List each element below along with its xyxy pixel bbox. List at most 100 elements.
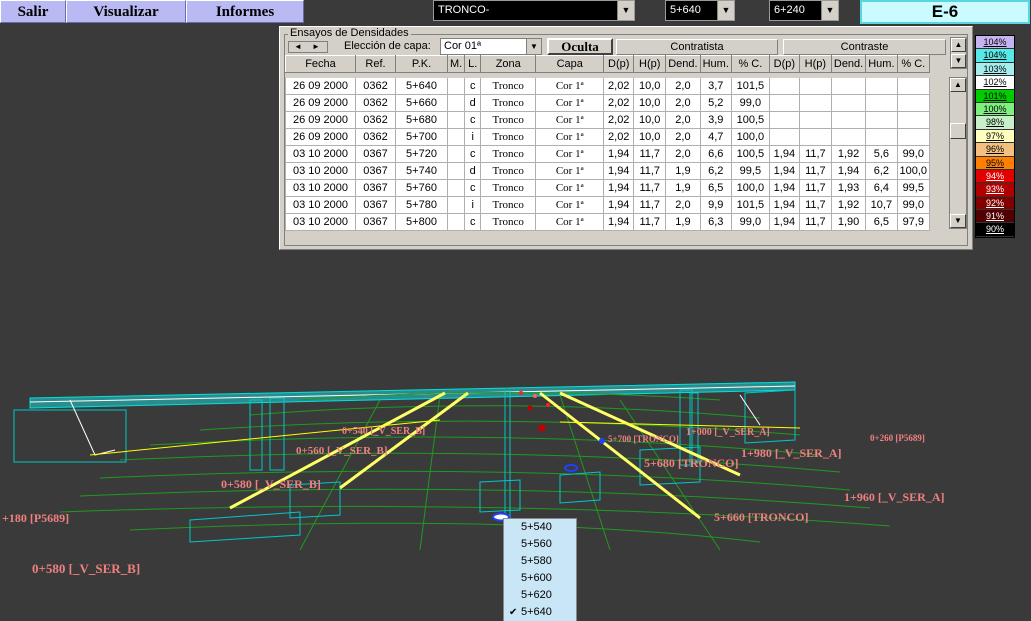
- table-cell: 11,7: [633, 213, 667, 231]
- pk-from-value: 5+640: [670, 4, 701, 16]
- capa-label: Elección de capa:: [344, 40, 431, 52]
- legend-swatch: 95%: [976, 156, 1014, 170]
- pk-from-select[interactable]: 5+640 ▼: [665, 0, 735, 21]
- table-row[interactable]: 26 09 2000 0362 5+640 c Tronco Cor 1ª 2,02 10,0…: [285, 77, 931, 95]
- table-cell: 100,5: [730, 145, 770, 163]
- table-cell: Cor 1ª: [535, 77, 605, 95]
- table-cell: 1,90: [830, 213, 867, 231]
- table-cell: [446, 162, 466, 180]
- table-cell: 100,0: [896, 162, 931, 180]
- table-cell: Tronco: [480, 162, 537, 180]
- column-header: % C.: [896, 55, 931, 73]
- legend-swatch: 93%: [976, 183, 1014, 197]
- table-cell: 10,0: [633, 111, 667, 129]
- table-cell: 99,0: [730, 213, 770, 231]
- table-cell: 1,94: [603, 179, 635, 197]
- dropdown-option[interactable]: 5+580: [504, 553, 576, 570]
- prev-arrow-icon[interactable]: ◄: [289, 42, 307, 52]
- oculta-button[interactable]: Oculta: [547, 38, 613, 55]
- table-cell: [768, 128, 800, 146]
- table-cell: Cor 1ª: [535, 162, 605, 180]
- table-row[interactable]: 03 10 2000 0367 5+720 c Tronco Cor 1ª 1,94 11,7…: [285, 145, 931, 163]
- terrain-contours: [59, 392, 891, 551]
- table-cell: 6,4: [865, 179, 898, 197]
- salir-button[interactable]: Salir: [0, 0, 66, 23]
- table-cell: [896, 77, 931, 95]
- table-cell: 1,9: [665, 162, 701, 180]
- table-cell: 2,0: [665, 94, 701, 112]
- contratista-header: Contratista: [616, 39, 778, 55]
- table-cell: [446, 111, 466, 129]
- table-cell: 10,0: [633, 77, 667, 95]
- pk-to-value: 6+240: [774, 4, 805, 16]
- table-row[interactable]: 03 10 2000 0367 5+740 d Tronco Cor 1ª 1,94 11,7…: [285, 162, 931, 180]
- dropdown-option[interactable]: 5+600: [504, 570, 576, 587]
- pk-dropdown-list[interactable]: 5+540 5+560 5+580 5+600 5+620 ✔ 5+640: [503, 518, 577, 621]
- table-cell: [798, 128, 832, 146]
- table-cell: 11,7: [633, 179, 667, 197]
- table-row[interactable]: 26 09 2000 0362 5+700 i Tronco Cor 1ª 2,02 10,0…: [285, 128, 931, 146]
- chevron-down-icon[interactable]: ▼: [617, 1, 634, 20]
- table-cell: c: [464, 145, 482, 163]
- table-row[interactable]: 03 10 2000 0367 5+780 i Tronco Cor 1ª 1,94 11,7…: [285, 196, 931, 214]
- scroll-thumb[interactable]: [950, 123, 966, 139]
- visualizar-button[interactable]: Visualizar: [66, 0, 186, 23]
- table-cell: 100,0: [730, 128, 770, 146]
- table-cell: 10,0: [633, 94, 667, 112]
- scroll-down-icon[interactable]: ▼: [951, 54, 966, 68]
- header-scrollbar[interactable]: ▲ ▼: [950, 37, 967, 69]
- dropdown-option[interactable]: 5+620: [504, 587, 576, 604]
- table-cell: 99,0: [730, 94, 770, 112]
- legend-swatch: 104%: [976, 49, 1014, 63]
- capa-select[interactable]: Cor 01ª ▼: [440, 38, 542, 55]
- table-cell: 26 09 2000: [285, 128, 356, 146]
- dropdown-option[interactable]: ✔ 5+640: [504, 604, 576, 621]
- column-header: Capa: [535, 55, 605, 73]
- table-cell: [446, 213, 466, 231]
- table-row[interactable]: 03 10 2000 0367 5+760 c Tronco Cor 1ª 1,94 11,7…: [285, 179, 931, 197]
- table-cell: 2,02: [603, 94, 635, 112]
- table-cell: 5+640: [395, 77, 448, 95]
- tronco-select[interactable]: TRONCO- ▼: [433, 0, 635, 21]
- table-cell: 0362: [355, 111, 396, 129]
- table-cell: c: [464, 213, 482, 231]
- table-cell: 5+700: [395, 128, 448, 146]
- chevron-down-icon[interactable]: ▼: [717, 1, 734, 20]
- table-cell: Tronco: [480, 77, 537, 95]
- table-row[interactable]: 03 10 2000 0367 5+800 c Tronco Cor 1ª 1,94 11,7…: [285, 213, 931, 231]
- table-cell: 99,0: [896, 145, 931, 163]
- chevron-down-icon[interactable]: ▼: [821, 1, 838, 20]
- table-cell: 2,02: [603, 111, 635, 129]
- table-cell: 11,7: [798, 213, 832, 231]
- view-label: 0+260 [P5689]: [870, 433, 925, 443]
- pk-to-select[interactable]: 6+240 ▼: [769, 0, 839, 21]
- table-cell: [446, 94, 466, 112]
- table-cell: 5+720: [395, 145, 448, 163]
- table-scrollbar[interactable]: ▲ ▼: [949, 77, 967, 229]
- chevron-down-icon[interactable]: ▼: [526, 39, 541, 54]
- next-arrow-icon[interactable]: ►: [307, 42, 325, 52]
- dropdown-option[interactable]: 5+540: [504, 519, 576, 536]
- table-row[interactable]: 26 09 2000 0362 5+680 c Tronco Cor 1ª 2,02 10,0…: [285, 111, 931, 129]
- dropdown-option-label: 5+600: [521, 572, 552, 584]
- table-cell: 1,92: [830, 145, 867, 163]
- informes-button[interactable]: Informes: [186, 0, 304, 23]
- dropdown-option[interactable]: 5+560: [504, 536, 576, 553]
- table-cell: [446, 196, 466, 214]
- table-cell: Tronco: [480, 196, 537, 214]
- scroll-down-icon[interactable]: ▼: [950, 214, 966, 228]
- legend-swatch: 103%: [976, 62, 1014, 77]
- record-navigator[interactable]: ◄ ►: [288, 41, 328, 53]
- table-row[interactable]: 26 09 2000 0362 5+660 d Tronco Cor 1ª 2,02 10,0…: [285, 94, 931, 112]
- table-cell: Cor 1ª: [535, 111, 605, 129]
- table-cell: [798, 77, 832, 95]
- legend-swatch: 91%: [976, 210, 1014, 224]
- compaction-legend: 104% 104% 103% 102% 101% 100% 98% 97% 96% 95% 94% 9…: [975, 35, 1015, 238]
- view-label: 0+580 [_V_SER_B]: [221, 477, 321, 491]
- table-cell: [768, 94, 800, 112]
- scroll-up-icon[interactable]: ▲: [950, 78, 966, 92]
- legend-swatch: 102%: [976, 76, 1014, 90]
- contraste-header: Contraste: [783, 39, 946, 55]
- scroll-up-icon[interactable]: ▲: [951, 38, 966, 52]
- table-cell: 6,2: [699, 162, 732, 180]
